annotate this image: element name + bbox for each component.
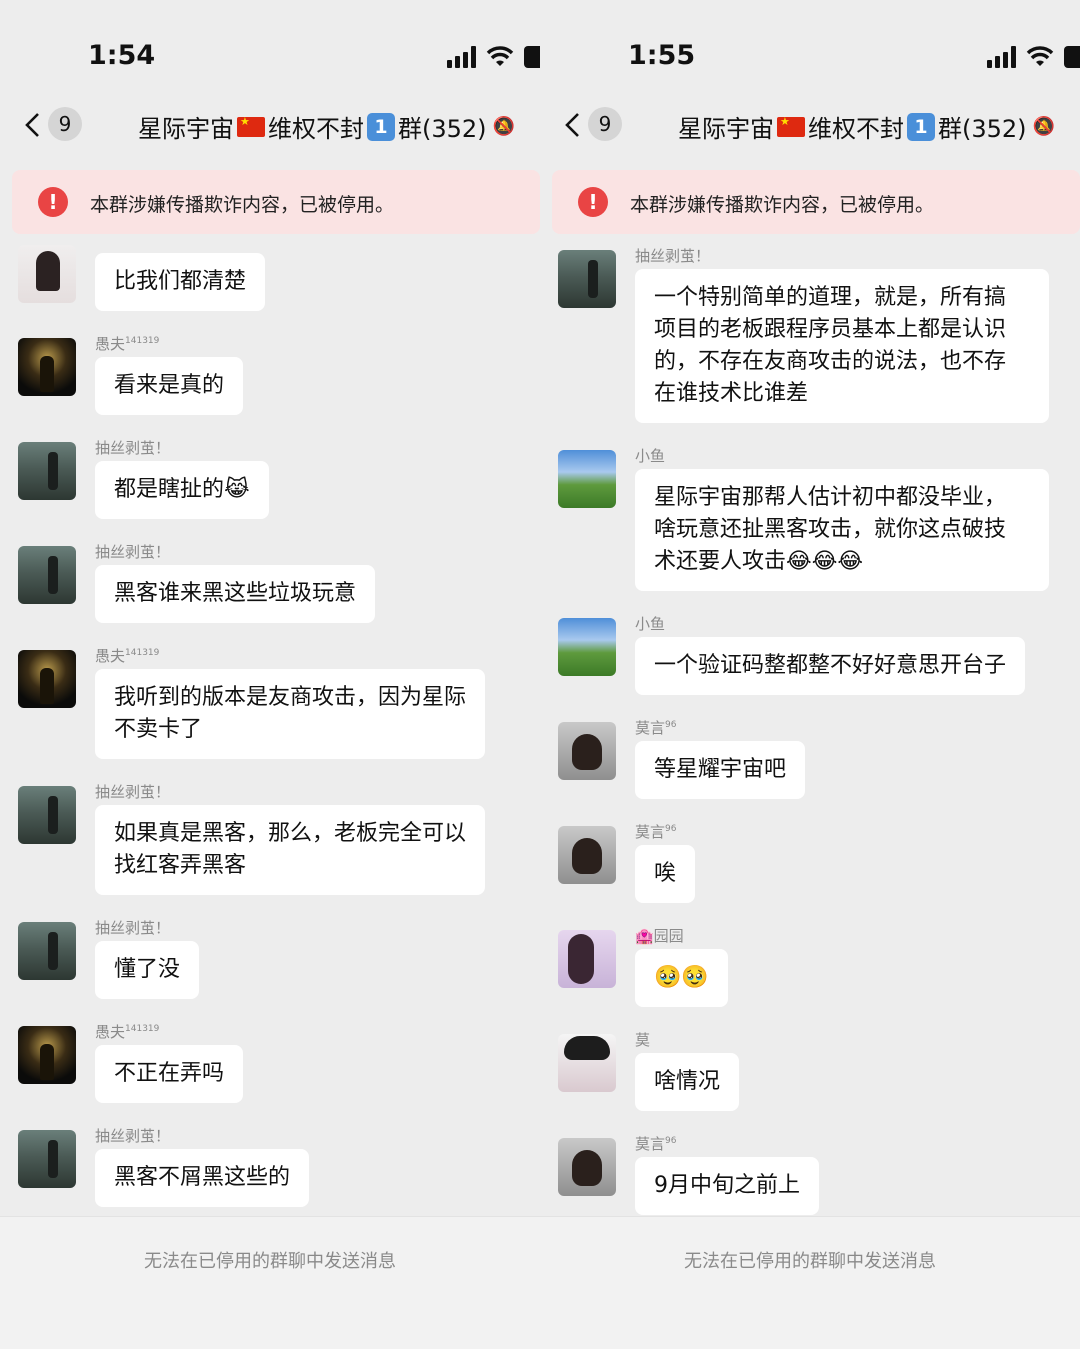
wifi-icon <box>486 46 514 66</box>
avatar[interactable] <box>18 245 76 303</box>
message-bubble[interactable]: 黑客谁来黑这些垃圾玩意 <box>95 565 376 623</box>
group-disabled-alert: ! 本群涉嫌传播欺诈内容，已被停用。 <box>552 170 1080 234</box>
avatar[interactable] <box>558 450 616 508</box>
message-bubble[interactable]: 🥹🥹 <box>635 949 728 1007</box>
message-bubble[interactable]: 都是瞎扯的😹 <box>95 461 269 519</box>
avatar[interactable] <box>18 1026 76 1084</box>
chevron-left-icon[interactable] <box>562 112 584 138</box>
message-bubble[interactable]: 星际宇宙那帮人估计初中都没毕业， 啥玩意还扯黑客攻击，就你这点破技 术还要人攻击… <box>635 469 1049 591</box>
cellular-signal-icon <box>987 46 1016 68</box>
cat-emoji-icon: 😹 <box>224 477 250 502</box>
avatar[interactable] <box>558 1138 616 1196</box>
keycap-one-icon: 1 <box>907 112 935 141</box>
sender-name: 莫言96 <box>635 823 677 841</box>
message-bubble[interactable]: 不正在弄吗 <box>95 1045 244 1103</box>
group-title: 星际宇宙 维权不封 1 群(352) 🔕 <box>138 109 515 144</box>
group-title-part2: 维权不封 <box>268 115 364 143</box>
message-bubble[interactable]: 9月中旬之前上 <box>635 1157 819 1215</box>
chevron-left-icon[interactable] <box>22 112 44 138</box>
sender-name: 莫言96 <box>635 1135 677 1153</box>
chat-header: 9 星际宇宙 维权不封 1 群(352) 🔕 <box>540 100 1080 150</box>
message-bubble[interactable]: 看来是真的 <box>95 357 244 415</box>
unread-count-badge[interactable]: 9 <box>48 107 82 141</box>
group-disabled-alert: ! 本群涉嫌传播欺诈内容，已被停用。 <box>12 170 540 234</box>
mute-bell-icon: 🔕 <box>492 116 515 137</box>
china-flag-icon <box>237 115 265 137</box>
sender-name: 愚夫141319 <box>95 1023 160 1041</box>
sender-name: 抽丝剥茧！ <box>635 247 711 265</box>
avatar[interactable] <box>558 930 616 988</box>
avatar[interactable] <box>558 250 616 308</box>
sender-name: 愚夫141319 <box>95 647 160 665</box>
sender-name: 小鱼 <box>635 615 666 633</box>
sender-name: 愚夫141319 <box>95 335 160 353</box>
mute-bell-icon: 🔕 <box>1032 116 1055 137</box>
avatar[interactable] <box>18 786 76 844</box>
message-bubble[interactable]: 懂了没 <box>95 941 200 999</box>
status-bar: 1:54 <box>0 0 540 95</box>
avatar[interactable] <box>558 618 616 676</box>
message-bubble[interactable]: 一个特别简单的道理，就是，所有搞 项目的老板跟程序员基本上都是认识 的，不存在友… <box>635 269 1049 423</box>
status-bar: 1:55 <box>540 0 1080 95</box>
sender-name: 小鱼 <box>635 447 666 465</box>
status-icons <box>987 44 1080 68</box>
avatar[interactable] <box>18 922 76 980</box>
avatar[interactable] <box>18 1130 76 1188</box>
group-title-part1: 星际宇宙 <box>138 115 234 143</box>
sender-name: 抽丝剥茧！ <box>95 919 171 937</box>
right-chat-screen: 1:55 9 星际宇宙 维权不封 <box>540 0 1080 1349</box>
alert-text: 本群涉嫌传播欺诈内容，已被停用。 <box>90 194 395 216</box>
message-bubble[interactable]: 我听到的版本是友商攻击，因为星际 不卖卡了 <box>95 669 486 759</box>
avatar[interactable] <box>558 722 616 780</box>
message-bubble[interactable]: 如果真是黑客，那么，老板完全可以 找红客弄黑客 <box>95 805 486 895</box>
alert-text: 本群涉嫌传播欺诈内容，已被停用。 <box>630 194 935 216</box>
status-icons <box>447 44 540 68</box>
disabled-notice: 无法在已停用的群聊中发送消息 <box>144 1251 396 1272</box>
exclamation-icon: ! <box>38 187 68 217</box>
avatar[interactable] <box>18 338 76 396</box>
sender-name: 🏩园园 <box>635 927 684 945</box>
avatar[interactable] <box>18 546 76 604</box>
message-bubble[interactable]: 一个验证码整都整不好好意思开台子 <box>635 637 1026 695</box>
group-title-part2: 维权不封 <box>808 115 904 143</box>
sender-name: 抽丝剥茧！ <box>95 783 171 801</box>
avatar[interactable] <box>558 1034 616 1092</box>
disabled-input-bar: 无法在已停用的群聊中发送消息 <box>540 1216 1080 1349</box>
battery-icon <box>524 46 540 68</box>
message-list[interactable]: 抽丝剥茧！ 一个特别简单的道理，就是，所有搞 项目的老板跟程序员基本上都是认识 … <box>540 245 1080 1215</box>
message-bubble[interactable]: 啥情况 <box>635 1053 740 1111</box>
message-bubble[interactable]: 等星耀宇宙吧 <box>635 741 806 799</box>
status-time: 1:54 <box>88 40 156 71</box>
group-title-part1: 星际宇宙 <box>678 115 774 143</box>
wifi-icon <box>1026 46 1054 66</box>
disabled-input-bar: 无法在已停用的群聊中发送消息 <box>0 1216 540 1349</box>
avatar[interactable] <box>18 650 76 708</box>
sender-name: 莫 <box>635 1031 651 1049</box>
disabled-notice: 无法在已停用的群聊中发送消息 <box>684 1251 936 1272</box>
screenshot-pair: 1:54 9 星际宇宙 维权不封 <box>0 0 1080 1349</box>
cellular-signal-icon <box>447 46 476 68</box>
message-bubble[interactable]: 比我们都清楚 <box>95 253 266 311</box>
sender-name: 抽丝剥茧！ <box>95 439 171 457</box>
group-title: 星际宇宙 维权不封 1 群(352) 🔕 <box>678 109 1055 144</box>
sender-name: 抽丝剥茧！ <box>95 543 171 561</box>
message-bubble[interactable]: 唉 <box>635 845 696 903</box>
message-list[interactable]: 比我们都清楚 愚夫141319 看来是真的 抽丝剥茧！ 都是瞎扯的😹 抽丝剥茧！… <box>0 245 540 1215</box>
unread-count-badge[interactable]: 9 <box>588 107 622 141</box>
group-title-part3: 群(352) <box>938 115 1027 143</box>
exclamation-icon: ! <box>578 187 608 217</box>
sender-name: 莫言96 <box>635 719 677 737</box>
battery-icon <box>1064 46 1080 68</box>
sender-name: 抽丝剥茧！ <box>95 1127 171 1145</box>
status-time: 1:55 <box>628 40 696 71</box>
avatar[interactable] <box>18 442 76 500</box>
left-chat-screen: 1:54 9 星际宇宙 维权不封 <box>0 0 540 1349</box>
avatar[interactable] <box>558 826 616 884</box>
keycap-one-icon: 1 <box>367 112 395 141</box>
message-bubble[interactable]: 黑客不屑黑这些的 <box>95 1149 310 1207</box>
china-flag-icon <box>777 115 805 137</box>
group-title-part3: 群(352) <box>398 115 487 143</box>
chat-header: 9 星际宇宙 维权不封 1 群(352) 🔕 <box>0 100 540 150</box>
